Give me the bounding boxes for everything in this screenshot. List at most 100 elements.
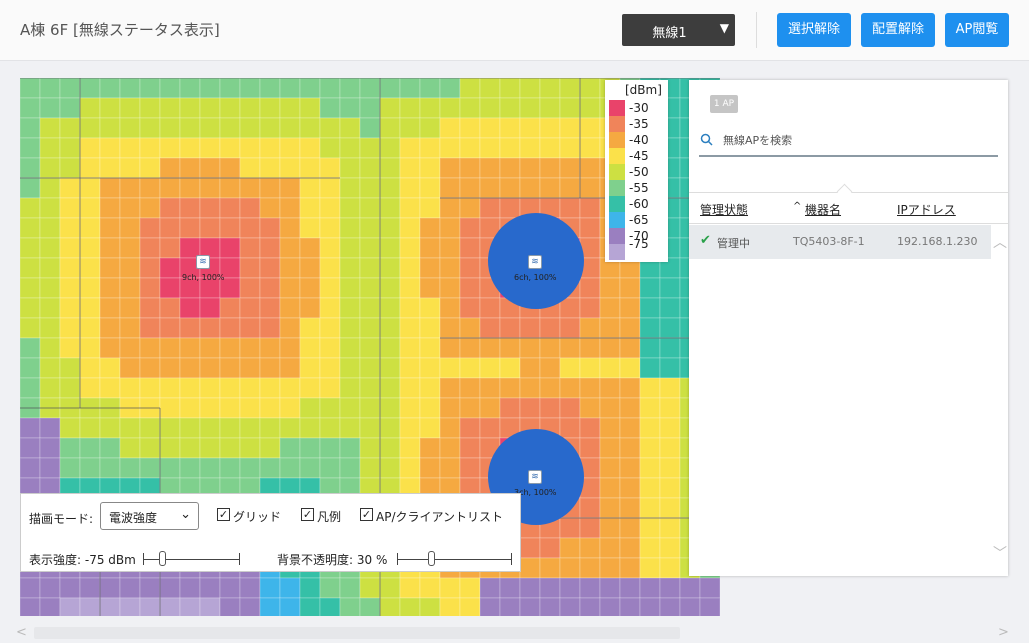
heatmap-cell	[459, 177, 481, 199]
heatmap-cell	[299, 97, 321, 119]
horizontal-scrollbar[interactable]: < >	[0, 625, 1029, 643]
heatmap-cell	[379, 78, 401, 99]
strength-slider-track[interactable]	[143, 559, 239, 560]
heatmap-cell	[319, 377, 341, 399]
heatmap-cell	[619, 337, 641, 359]
heatmap-cell	[539, 317, 561, 339]
heatmap-cell	[579, 197, 601, 219]
table-row[interactable]: ✔ 管理中 TQ5403-8F-1 192.168.1.230	[689, 225, 991, 259]
heatmap-cell	[59, 417, 81, 439]
heatmap-cell	[339, 137, 361, 159]
heatmap-cell	[559, 317, 581, 339]
heatmap-cell	[279, 297, 301, 319]
heatmap-cell	[659, 297, 681, 319]
wifi-ap-icon[interactable]: ≋	[196, 255, 210, 269]
heatmap-cell	[439, 157, 461, 179]
heatmap-cell	[119, 297, 141, 319]
heatmap-cell	[239, 197, 261, 219]
search-input[interactable]: 無線APを検索	[723, 132, 792, 148]
heatmap-cell	[119, 78, 141, 99]
heatmap-cell	[579, 97, 601, 119]
heatmap-cell	[119, 117, 141, 139]
row-status: 管理中	[717, 237, 750, 250]
ap-label-2: 6ch, 100%	[514, 273, 557, 282]
heatmap-cell	[399, 357, 421, 379]
heatmap-cell	[459, 117, 481, 139]
heatmap-cell	[439, 297, 461, 319]
heatmap-cell	[239, 177, 261, 199]
wifi-ap-icon[interactable]: ≋	[528, 470, 542, 484]
heatmap-cell	[499, 377, 521, 399]
grid-label: グリッド	[233, 510, 282, 524]
heatmap-cell	[559, 78, 581, 99]
list-scrollbar[interactable]: ︿ ﹀	[991, 225, 1008, 576]
heatmap-cell	[659, 457, 681, 479]
heatmap-cell	[319, 117, 341, 139]
mode-select[interactable]: 電波強度 ⌄	[100, 502, 199, 530]
wifi-ap-icon[interactable]: ≋	[528, 255, 542, 269]
heatmap-cell	[279, 78, 301, 99]
heatmap-cell	[679, 577, 701, 599]
heatmap-cell	[159, 217, 181, 239]
heatmap-cell	[359, 457, 381, 479]
heatmap-cell	[299, 357, 321, 379]
opacity-slider-track[interactable]	[397, 559, 511, 560]
heatmap-cell	[659, 497, 681, 519]
scrollbar-thumb[interactable]	[34, 627, 680, 639]
heatmap-cell	[39, 417, 61, 439]
heatmap-cell	[639, 477, 661, 499]
heatmap-cell	[579, 317, 601, 339]
ap-view-button[interactable]: AP閲覧	[945, 13, 1009, 47]
row-name: TQ5403-8F-1	[793, 235, 865, 248]
heatmap-cell	[479, 417, 501, 439]
heatmap-cell	[479, 157, 501, 179]
heatmap-cell	[119, 437, 141, 459]
heatmap-cell	[419, 437, 441, 459]
sort-ascending-icon: ^	[793, 201, 802, 212]
heatmap-cell	[619, 437, 641, 459]
column-header-name[interactable]: 機器名	[805, 201, 841, 218]
heatmap-cell	[119, 157, 141, 179]
column-header-ip[interactable]: IPアドレス	[897, 201, 956, 218]
heatmap-cell	[499, 357, 521, 379]
scroll-left-icon[interactable]: <	[16, 625, 27, 640]
heatmap-cell	[599, 297, 621, 319]
heatmap-cell	[219, 177, 241, 199]
heatmap-cell	[279, 257, 301, 279]
unplace-button[interactable]: 配置解除	[861, 13, 935, 47]
heatmap-cell	[20, 577, 41, 599]
legend-label: -40	[629, 133, 649, 147]
header-divider	[756, 12, 757, 48]
heatmap-cell	[619, 357, 641, 379]
scroll-up-icon[interactable]: ︿	[993, 232, 1007, 252]
heatmap-cell	[139, 78, 161, 99]
heatmap-cell	[199, 177, 221, 199]
heatmap-cell	[20, 337, 41, 359]
heatmap-cell	[499, 177, 521, 199]
heatmap-cell	[339, 437, 361, 459]
heatmap-cell	[519, 377, 541, 399]
column-header-status[interactable]: 管理状態	[700, 201, 748, 218]
heatmap-cell	[239, 237, 261, 259]
heatmap-cell	[559, 117, 581, 139]
heatmap-cell	[319, 97, 341, 119]
opacity-slider-handle[interactable]	[428, 551, 436, 566]
scroll-down-icon[interactable]: ﹀	[993, 543, 1007, 563]
scroll-right-icon[interactable]: >	[998, 625, 1009, 640]
heatmap-cell	[339, 217, 361, 239]
heatmap-cell	[439, 577, 461, 599]
legend-label: -75	[629, 237, 649, 251]
heatmap-cell	[319, 157, 341, 179]
strength-slider-handle[interactable]	[159, 551, 167, 566]
heatmap-cell	[139, 177, 161, 199]
caret-pointer	[836, 183, 853, 200]
heatmap-cell	[199, 457, 221, 479]
heatmap-cell	[659, 517, 681, 539]
band-select[interactable]: 無線1 ▼	[622, 14, 735, 46]
heatmap-cell	[219, 337, 241, 359]
heatmap-cell	[399, 78, 421, 99]
heatmap-cell	[439, 197, 461, 219]
heatmap-cell	[199, 197, 221, 219]
deselect-button[interactable]: 選択解除	[777, 13, 851, 47]
heatmap-cell	[20, 357, 41, 379]
